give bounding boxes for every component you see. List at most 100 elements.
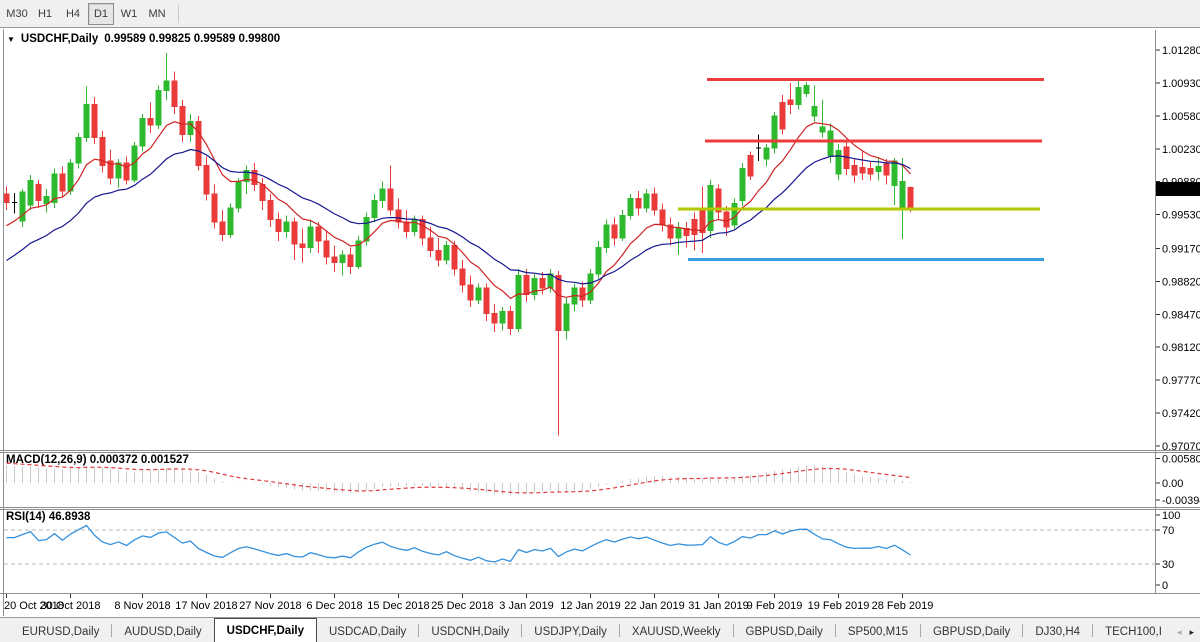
svg-text:0: 0 — [1162, 580, 1168, 592]
ma-slow — [7, 150, 911, 284]
candle-up — [892, 158, 897, 205]
tab-tech100-i[interactable]: TECH100,I — [1093, 621, 1174, 642]
chart-tab-bar: EURUSD,DailyAUDUSD,DailyUSDCHF,DailyUSDC… — [0, 617, 1200, 642]
candle-down — [492, 304, 497, 332]
tab-usdcnh-daily[interactable]: USDCNH,Daily — [419, 621, 521, 642]
candle-down — [700, 186, 705, 253]
candle-down — [220, 210, 225, 241]
date-tick-label: 22 Jan 2019 — [624, 600, 685, 612]
doji-bar — [12, 193, 17, 214]
candle-down — [4, 186, 9, 210]
candle-up — [228, 203, 233, 238]
candle-up — [588, 269, 593, 304]
macd-axis-labels[interactable]: 0.0058020.00-0.003945 — [1156, 453, 1200, 506]
tab-usdcad-daily[interactable]: USDCAD,Daily — [317, 621, 418, 642]
candle-up — [236, 178, 241, 213]
tab-usdchf-daily[interactable]: USDCHF,Daily — [214, 618, 317, 642]
timeframe-button-mn[interactable]: MN — [144, 3, 170, 25]
candle-up — [876, 157, 881, 181]
date-tick-label: 12 Jan 2019 — [560, 600, 621, 612]
svg-text:0.99170: 0.99170 — [1162, 243, 1200, 255]
toolbar-separator — [178, 5, 179, 23]
timeframe-toolbar: M30H1H4D1W1MN — [0, 0, 1200, 28]
candle-up — [164, 53, 169, 100]
candle-up — [76, 133, 81, 169]
candle-up — [380, 182, 385, 208]
candle-down — [692, 213, 697, 251]
current-price-marker: 0.99800 — [1156, 182, 1200, 196]
tab-audusd-daily[interactable]: AUDUSD,Daily — [112, 621, 213, 642]
candle-up — [516, 269, 521, 332]
tab-dj30-h4[interactable]: DJ30,H4 — [1023, 621, 1092, 642]
candle-down — [332, 246, 337, 272]
svg-text:1.01280: 1.01280 — [1162, 45, 1200, 57]
date-tick-label: 9 Feb 2019 — [747, 600, 803, 612]
candle-up — [52, 169, 57, 209]
date-tick-label: 30 Oct 2018 — [41, 600, 101, 612]
date-tick-label: 27 Nov 2018 — [239, 600, 301, 612]
date-tick-label: 25 Dec 2018 — [431, 600, 493, 612]
candle-up — [804, 82, 809, 97]
timeframe-button-d1[interactable]: D1 — [88, 3, 114, 25]
date-axis[interactable]: 20 Oct 201830 Oct 20188 Nov 201817 Nov 2… — [0, 594, 1200, 617]
tab-eurusd-daily[interactable]: EURUSD,Daily — [10, 621, 111, 642]
tab-gbpusd-daily[interactable]: GBPUSD,Daily — [921, 621, 1022, 642]
tab-sp500-m15[interactable]: SP500,M15 — [836, 621, 920, 642]
svg-text:0.00: 0.00 — [1162, 478, 1183, 490]
candle-down — [172, 72, 177, 114]
candle-up — [772, 112, 777, 153]
timeframe-button-h4[interactable]: H4 — [60, 3, 86, 25]
timeframe-button-m30[interactable]: M30 — [4, 3, 30, 25]
date-tick-label: 3 Jan 2019 — [499, 600, 553, 612]
timeframe-button-w1[interactable]: W1 — [116, 3, 142, 25]
rsi-pane-canvas[interactable]: 10070300 — [0, 509, 1200, 594]
candle-up — [620, 210, 625, 241]
candle-down — [860, 151, 865, 180]
candle-up — [564, 297, 569, 339]
candle-up — [84, 87, 89, 142]
date-tick-label: 15 Dec 2018 — [367, 600, 429, 612]
timeframe-button-h1[interactable]: H1 — [32, 3, 58, 25]
tab-gbpusd-daily[interactable]: GBPUSD,Daily — [734, 621, 835, 642]
rsi-axis-labels[interactable]: 10070300 — [1156, 510, 1180, 592]
svg-text:0.97070: 0.97070 — [1162, 441, 1200, 450]
candle-up — [140, 114, 145, 152]
candle-up — [644, 189, 649, 213]
tab-usdjpy-daily[interactable]: USDJPY,Daily — [522, 621, 619, 642]
svg-text:0.98470: 0.98470 — [1162, 309, 1200, 321]
svg-text:1.00930: 1.00930 — [1162, 78, 1200, 90]
candle-up — [836, 144, 841, 180]
svg-text:0.97770: 0.97770 — [1162, 375, 1200, 387]
svg-text:30: 30 — [1162, 559, 1174, 571]
candle-down — [780, 95, 785, 135]
candle-down — [668, 217, 673, 245]
candle-down — [324, 232, 329, 265]
candle-down — [436, 238, 441, 266]
svg-text:0.98120: 0.98120 — [1162, 342, 1200, 354]
candle-up — [372, 194, 377, 222]
tab-scroll-left-icon[interactable]: ◂ — [1177, 627, 1182, 638]
candle-down — [300, 229, 305, 263]
candle-down — [92, 97, 97, 144]
candle-down — [292, 217, 297, 259]
candle-up — [812, 86, 817, 122]
candle-down — [460, 260, 465, 293]
doji-bar — [756, 135, 761, 161]
date-tick-label: 8 Nov 2018 — [114, 600, 170, 612]
tab-xauusd-weekly[interactable]: XAUUSD,Weekly — [620, 621, 733, 642]
candle-up — [188, 114, 193, 142]
candle-down — [388, 166, 393, 216]
candle-down — [660, 203, 665, 231]
candle-up — [20, 189, 25, 227]
chart-window-left-border — [3, 29, 4, 616]
svg-text:70: 70 — [1162, 525, 1174, 537]
price-axis-labels[interactable]: 1.012801.009301.005801.002300.998800.995… — [1156, 45, 1200, 450]
tab-scroll-right-icon[interactable]: ▸ — [1189, 627, 1194, 638]
svg-text:0.99530: 0.99530 — [1162, 210, 1200, 222]
candle-down — [212, 185, 217, 229]
candle-down — [540, 272, 545, 295]
candle-up — [444, 241, 449, 265]
main-chart-canvas[interactable]: 1.012801.009301.005801.002300.998800.995… — [0, 30, 1200, 450]
macd-pane-canvas[interactable]: 0.0058020.00-0.003945 — [0, 452, 1200, 507]
date-tick-label: 28 Feb 2019 — [872, 600, 934, 612]
